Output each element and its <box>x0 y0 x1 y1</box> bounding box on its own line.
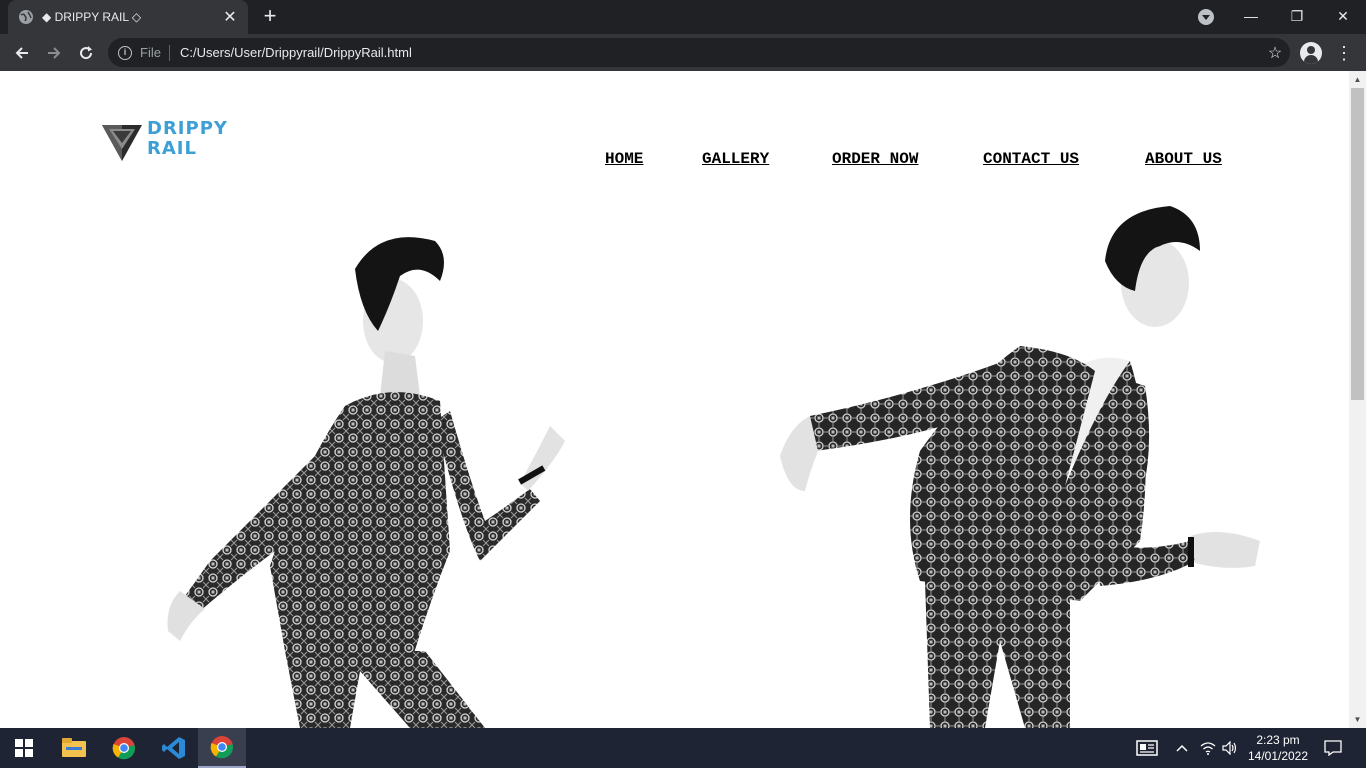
back-arrow-icon[interactable] <box>8 39 36 67</box>
vertical-scrollbar[interactable]: ▲ ▼ <box>1349 71 1366 728</box>
nav-order-now[interactable]: ORDER NOW <box>832 150 918 168</box>
omnibox-divider <box>168 44 170 61</box>
tab-close-icon[interactable]: ✕ <box>222 7 238 27</box>
logo-line-1: DRIPPY <box>147 118 228 139</box>
profile-avatar-icon[interactable] <box>1300 42 1322 64</box>
browser-window: ◆ DRIPPY RAIL ◇ ✕ + — ❐ ✕ i File C:/User… <box>0 0 1366 728</box>
scroll-up-icon[interactable]: ▲ <box>1349 71 1366 88</box>
scheme-label: File <box>140 45 161 60</box>
restore-button[interactable]: ❐ <box>1274 0 1320 32</box>
main-nav: HOME GALLERY ORDER NOW CONTACT US ABOUT … <box>0 150 1349 170</box>
close-window-button[interactable]: ✕ <box>1320 0 1366 32</box>
volume-icon[interactable] <box>1220 728 1240 768</box>
new-tab-button[interactable]: + <box>258 4 282 28</box>
info-icon[interactable]: i <box>118 45 132 60</box>
nav-contact-us[interactable]: CONTACT US <box>983 150 1079 168</box>
chrome-icon[interactable] <box>100 728 148 768</box>
globe-icon <box>18 9 34 25</box>
system-clock[interactable]: 2:23 pm 14/01/2022 <box>1240 732 1316 764</box>
browser-toolbar: i File C:/Users/User/Drippyrail/DrippyRa… <box>0 34 1366 71</box>
nav-home[interactable]: HOME <box>605 150 643 168</box>
news-widget-icon[interactable] <box>1130 728 1164 768</box>
forward-arrow-icon[interactable] <box>40 39 68 67</box>
vscode-icon[interactable] <box>150 728 198 768</box>
model-photo-right <box>780 206 1260 728</box>
url-text[interactable]: C:/Users/User/Drippyrail/DrippyRail.html <box>180 45 1260 60</box>
tab-title: ◆ DRIPPY RAIL ◇ <box>42 10 142 24</box>
page-viewport: DRIPPY RAIL HOME GALLERY ORDER NOW CONTA… <box>0 71 1349 728</box>
chrome-active-icon[interactable] <box>198 728 246 768</box>
taskbar: 2:23 pm 14/01/2022 <box>0 728 1366 768</box>
scrollbar-thumb[interactable] <box>1351 88 1364 400</box>
chevron-up-icon[interactable] <box>1172 728 1192 768</box>
nav-gallery[interactable]: GALLERY <box>702 150 769 168</box>
reload-icon[interactable] <box>72 39 100 67</box>
clock-time: 2:23 pm <box>1256 733 1300 747</box>
model-photo-left <box>167 237 565 728</box>
star-icon[interactable]: ☆ <box>1260 43 1290 63</box>
clock-date: 14/01/2022 <box>1247 749 1309 763</box>
nav-about-us[interactable]: ABOUT US <box>1145 150 1222 168</box>
tab-search-icon[interactable] <box>1198 9 1214 25</box>
kebab-menu-icon[interactable]: ⋮ <box>1334 39 1354 67</box>
address-bar[interactable]: i File C:/Users/User/Drippyrail/DrippyRa… <box>108 38 1290 67</box>
scroll-down-icon[interactable]: ▼ <box>1349 711 1366 728</box>
notification-icon[interactable] <box>1318 728 1348 768</box>
file-explorer-icon[interactable] <box>50 728 98 768</box>
tab-strip: ◆ DRIPPY RAIL ◇ ✕ + — ❐ ✕ <box>0 0 1366 34</box>
windows-start-icon[interactable] <box>0 728 48 768</box>
minimize-button[interactable]: — <box>1228 0 1274 32</box>
tab-drippy-rail[interactable]: ◆ DRIPPY RAIL ◇ ✕ <box>8 0 248 34</box>
wifi-icon[interactable] <box>1198 728 1218 768</box>
